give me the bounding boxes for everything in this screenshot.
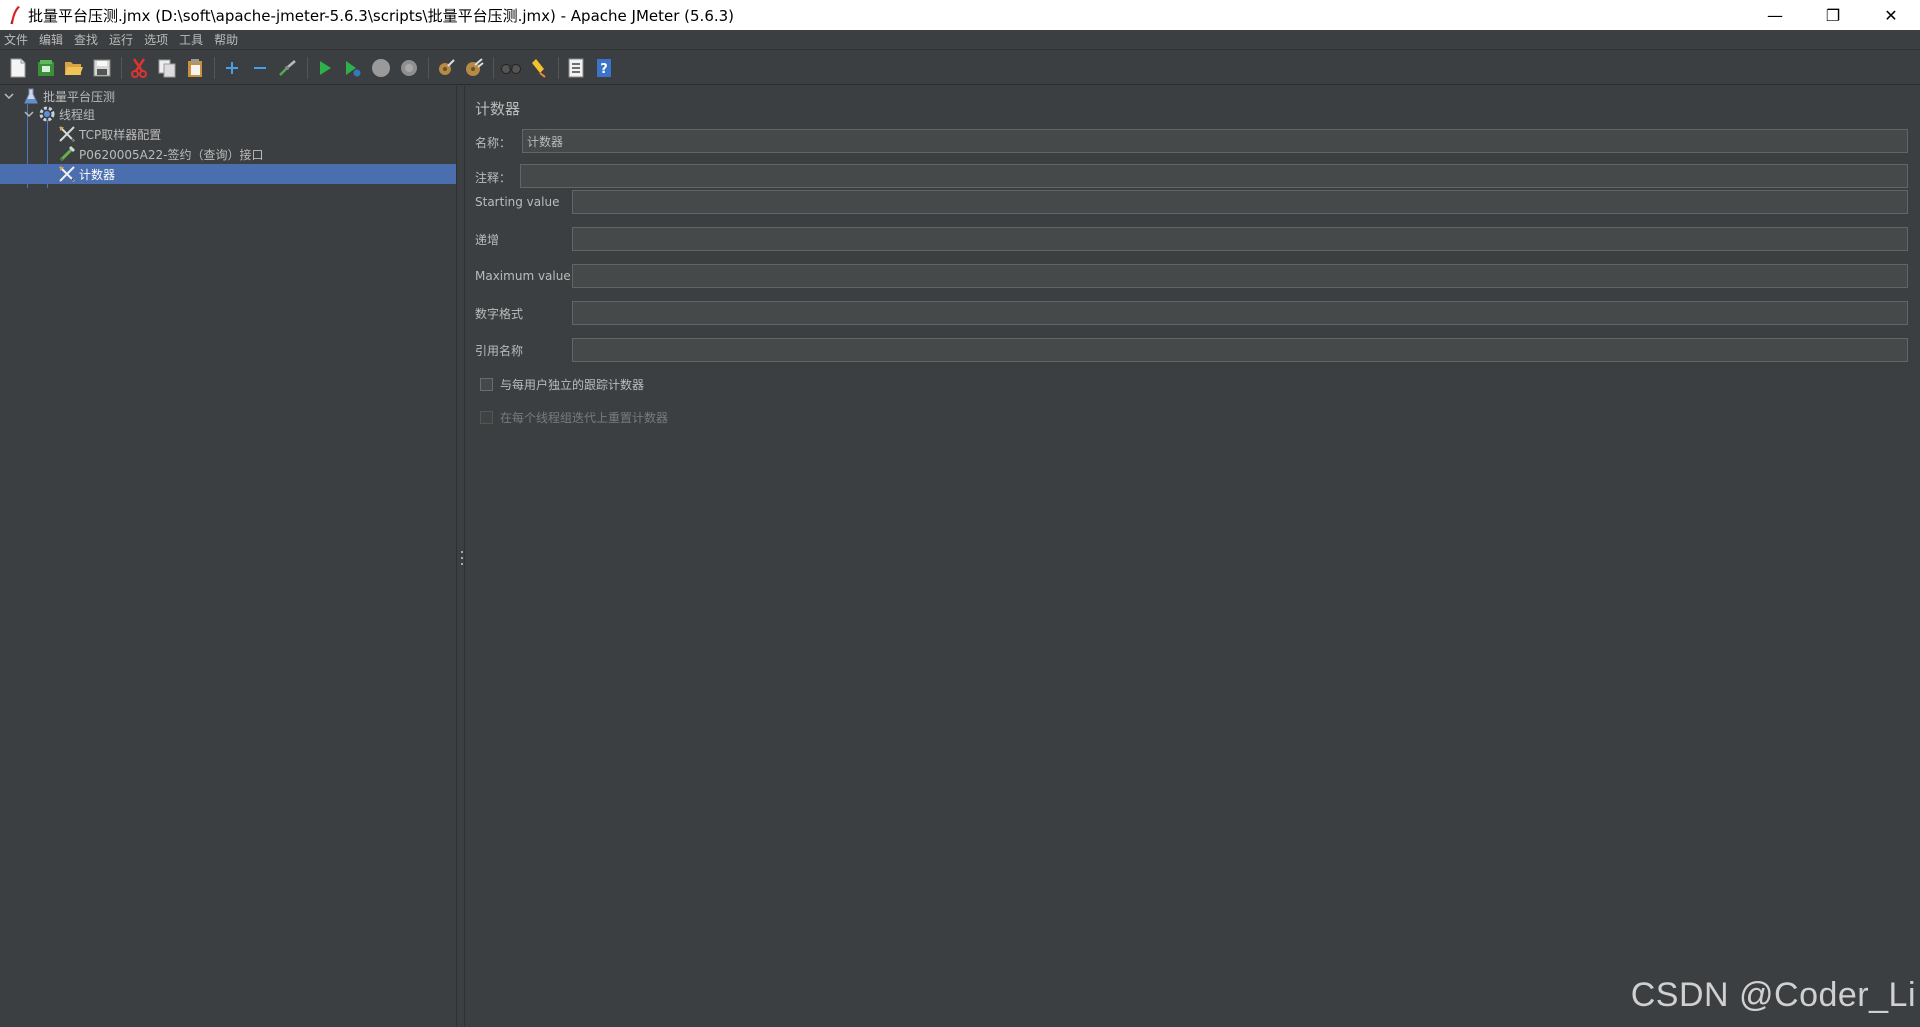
toolbar-separator [121, 56, 122, 79]
menu-help[interactable]: 帮助 [210, 30, 245, 50]
per-user-counter-option[interactable]: 与每用户独立的跟踪计数器 [480, 374, 644, 394]
shutdown-icon[interactable] [396, 55, 422, 81]
start-icon[interactable] [312, 55, 338, 81]
save-icon[interactable] [89, 55, 115, 81]
toolbar-separator [558, 56, 559, 79]
copy-icon[interactable] [154, 55, 180, 81]
increment-label: 递增 [475, 232, 500, 247]
clear-icon[interactable] [433, 55, 459, 81]
tree-node-counter[interactable]: 计数器 [0, 164, 456, 184]
svg-text:?: ? [600, 62, 608, 77]
starting-value-input[interactable] [572, 190, 1908, 214]
window-title-bar: 批量平台压测.jmx (D:\soft\apache-jmeter-5.6.3\… [0, 0, 1920, 30]
window-controls: — ❐ ✕ [1746, 0, 1920, 30]
test-plan-icon [22, 87, 40, 105]
comment-label: 注释： [475, 170, 512, 185]
toolbar-separator [428, 56, 429, 79]
increment-input[interactable] [572, 227, 1908, 251]
name-label: 名称： [475, 135, 512, 150]
reference-name-input[interactable] [572, 338, 1908, 362]
start-no-timers-icon[interactable] [340, 55, 366, 81]
maximum-value-input[interactable] [572, 264, 1908, 288]
new-icon[interactable] [5, 55, 31, 81]
menu-search[interactable]: 查找 [70, 30, 105, 50]
toolbar-separator [307, 56, 308, 79]
reset-label: 在每个线程组迭代上重置计数器 [500, 410, 669, 425]
reset-search-icon[interactable] [526, 55, 552, 81]
reference-name-label: 引用名称 [475, 343, 524, 358]
minimize-button[interactable]: — [1746, 0, 1804, 30]
function-helper-icon[interactable] [563, 55, 589, 81]
menu-file[interactable]: 文件 [0, 30, 35, 50]
search-icon[interactable] [498, 55, 524, 81]
per-user-label: 与每用户独立的跟踪计数器 [500, 377, 645, 392]
reset-counter-option: 在每个线程组迭代上重置计数器 [480, 407, 668, 427]
maximum-value-label: Maximum value [475, 269, 571, 283]
help-icon[interactable]: ? [591, 55, 617, 81]
menu-bar: 文件 编辑 查找 运行 选项 工具 帮助 [0, 30, 1920, 50]
collapse-icon[interactable] [247, 55, 273, 81]
menu-tools[interactable]: 工具 [175, 30, 210, 50]
restore-button[interactable]: ❐ [1804, 0, 1862, 30]
reset-checkbox [480, 410, 493, 424]
close-button[interactable]: ✕ [1862, 0, 1920, 30]
paste-icon[interactable] [182, 55, 208, 81]
config-element-icon [58, 165, 76, 183]
number-format-label: 数字格式 [475, 306, 524, 321]
tree-node-test-plan[interactable]: 批量平台压测 [0, 86, 456, 106]
toolbar: ? [0, 51, 1920, 85]
counter-config-panel: 计数器 名称： 注释： Starting value 递增 Maximum va… [466, 86, 1920, 1027]
watermark: CSDN @Coder_Li [1630, 976, 1916, 1014]
comment-input[interactable] [520, 164, 1908, 188]
tree-node-label: 线程组 [59, 107, 96, 122]
config-element-icon [58, 125, 76, 143]
tree-node-thread-group[interactable]: 线程组 [0, 104, 456, 124]
clear-all-icon[interactable] [461, 55, 487, 81]
jmeter-feather-icon [4, 0, 26, 30]
menu-run[interactable]: 运行 [105, 30, 140, 50]
number-format-input[interactable] [572, 301, 1908, 325]
menu-options[interactable]: 选项 [140, 30, 175, 50]
open-icon[interactable] [61, 55, 87, 81]
tree-node-tcp-config[interactable]: TCP取样器配置 [0, 124, 456, 144]
splitter-grip-icon[interactable] [460, 551, 463, 565]
stop-icon[interactable] [368, 55, 394, 81]
menu-edit[interactable]: 编辑 [35, 30, 70, 50]
thread-group-icon [38, 105, 56, 123]
sampler-icon [58, 145, 76, 163]
chevron-down-icon[interactable] [2, 91, 16, 101]
tree-node-sampler[interactable]: P0620005A22-签约（查询）接口 [0, 144, 456, 164]
toolbar-separator [493, 56, 494, 79]
starting-value-label: Starting value [475, 195, 560, 209]
panel-splitter[interactable] [456, 86, 465, 1027]
window-title: 批量平台压测.jmx (D:\soft\apache-jmeter-5.6.3\… [28, 6, 735, 25]
panel-title: 计数器 [475, 100, 521, 118]
expand-icon[interactable] [219, 55, 245, 81]
tree-node-label: 批量平台压测 [43, 89, 116, 104]
test-plan-tree: 批量平台压测 线程组 TCP取样器配置 P0620005A22-签约（查询）接口… [0, 86, 456, 1027]
tree-node-label: 计数器 [79, 167, 116, 182]
per-user-checkbox[interactable] [480, 377, 493, 391]
toolbar-separator [214, 56, 215, 79]
chevron-down-icon[interactable] [22, 109, 36, 119]
name-input[interactable] [522, 129, 1908, 153]
tree-node-label: TCP取样器配置 [79, 127, 162, 142]
toggle-icon[interactable] [275, 55, 301, 81]
templates-icon[interactable] [33, 55, 59, 81]
cut-icon[interactable] [126, 55, 152, 81]
tree-node-label: P0620005A22-签约（查询）接口 [79, 147, 264, 162]
